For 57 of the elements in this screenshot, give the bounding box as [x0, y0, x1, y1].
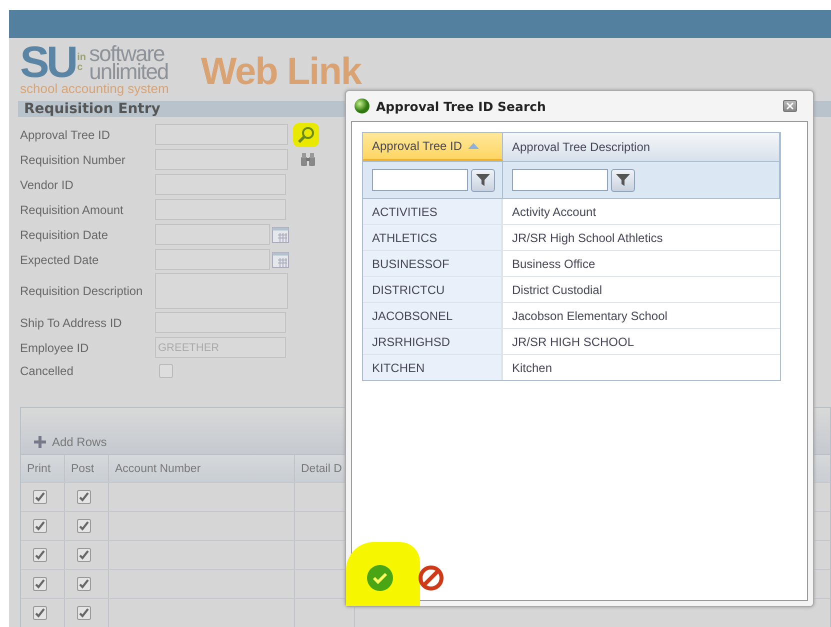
column-header[interactable]: Approval Tree ID: [363, 133, 503, 161]
cancel-button[interactable]: [418, 565, 444, 591]
checkbox[interactable]: [77, 548, 91, 562]
filter-button[interactable]: [471, 168, 495, 192]
field-label: Requisition Number: [20, 152, 126, 166]
field-label: Requisition Description: [20, 284, 144, 298]
table-cell[interactable]: JACOBSONEL: [363, 303, 503, 328]
logo-text: unlimited: [89, 63, 168, 81]
checkbox[interactable]: [33, 606, 47, 620]
plus-icon: [34, 436, 46, 448]
filter-button[interactable]: [611, 168, 635, 192]
checkbox[interactable]: [159, 364, 173, 378]
table-cell[interactable]: ATHLETICS: [363, 225, 503, 250]
calendar-icon[interactable]: [272, 251, 289, 268]
search-icon: [297, 126, 315, 144]
field-label: Employee ID: [20, 340, 90, 354]
app-title: Web Link: [200, 50, 362, 95]
checkmark-icon: [367, 565, 393, 591]
funnel-icon: [476, 174, 490, 186]
table-cell[interactable]: JRSRHIGHSD: [363, 329, 503, 354]
checkbox[interactable]: [77, 606, 91, 620]
search-button[interactable]: [293, 122, 319, 146]
checkbox[interactable]: [33, 490, 47, 504]
section-title: Requisition Entry: [24, 101, 160, 117]
field-label: Ship To Address ID: [20, 316, 123, 330]
calendar-icon[interactable]: [272, 226, 289, 243]
field-label: Vendor ID: [20, 178, 74, 192]
field-label: Cancelled: [20, 364, 74, 378]
checkbox[interactable]: [77, 490, 91, 504]
table-cell[interactable]: DISTRICTCU: [363, 277, 503, 302]
binoculars-icon[interactable]: [300, 152, 316, 167]
prohibited-icon: [418, 565, 444, 591]
funnel-icon: [616, 174, 630, 186]
close-icon: [786, 102, 794, 110]
filter-field[interactable]: [372, 169, 468, 191]
logo-text: software: [89, 45, 164, 63]
field-label: Expected Date: [20, 252, 100, 266]
logo-tagline: school accounting system: [20, 82, 169, 96]
column-header[interactable]: Approval Tree Description: [503, 133, 780, 161]
logo-letters: SU: [20, 44, 76, 82]
filter-field[interactable]: [512, 169, 608, 191]
table-cell[interactable]: KITCHEN: [363, 355, 503, 380]
field-label: Requisition Date: [20, 228, 110, 242]
field-label: Requisition Amount: [20, 202, 124, 216]
checkbox[interactable]: [33, 548, 47, 562]
dialog-title: Approval Tree ID Search: [376, 98, 547, 114]
ok-button[interactable]: [367, 565, 393, 591]
checkbox[interactable]: [77, 519, 91, 533]
table-cell[interactable]: ACTIVITIES: [363, 199, 503, 224]
checkbox[interactable]: [33, 577, 47, 591]
close-button[interactable]: [783, 100, 797, 112]
field-label: Approval Tree ID: [20, 128, 112, 142]
checkbox[interactable]: [77, 577, 91, 591]
table-cell[interactable]: BUSINESSOF: [363, 251, 503, 276]
checkbox[interactable]: [33, 519, 47, 533]
globe-icon: [354, 98, 370, 114]
logo-inc: inc: [77, 53, 88, 73]
